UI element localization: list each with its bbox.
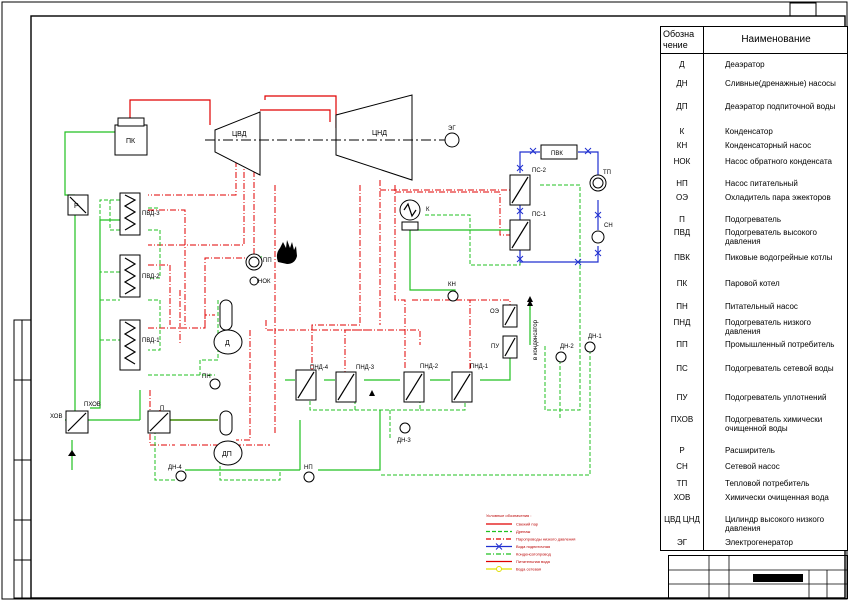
dn2-label: ДН-2 bbox=[560, 344, 574, 350]
legend-line-label: Вода подпиточная bbox=[516, 544, 550, 549]
r-label: Р bbox=[74, 203, 79, 210]
legend-row-name: Электрогенератор bbox=[725, 538, 794, 547]
legend-row-name: Конденсатор bbox=[725, 127, 773, 136]
legend-row-name: Питательный насос bbox=[725, 302, 798, 311]
legend-row-code: СН bbox=[676, 462, 688, 471]
legend-row-code: ТП bbox=[676, 479, 688, 488]
legend-row-code: ОЭ bbox=[676, 193, 688, 202]
legend-line-label: Дренаж bbox=[516, 529, 531, 534]
dn1-label: ДН-1 bbox=[588, 334, 602, 340]
legend-row-code: ПУ bbox=[676, 393, 688, 402]
cnd-label: ЦНД bbox=[372, 130, 387, 137]
legend-header-name: Наименование bbox=[703, 27, 848, 53]
legend-row-name: Химически очищенная вода bbox=[725, 493, 829, 502]
dp-label: ДП bbox=[222, 451, 232, 458]
line-legend: Условные обозначения : Свежий пар Дренаж П… bbox=[486, 513, 575, 572]
legend-row-name: Сетевой насос bbox=[725, 462, 780, 471]
legend-row-code: ДН bbox=[676, 79, 688, 88]
pnd4-label: ПНД-4 bbox=[310, 365, 329, 371]
p-label: П bbox=[160, 406, 164, 412]
pnd2-label: ПНД-2 bbox=[420, 364, 439, 370]
legend-line-label: Вода сетевая bbox=[516, 567, 541, 572]
legend-row-name: Промышленный потребитель bbox=[725, 340, 835, 349]
legend-row-code: ПС bbox=[676, 364, 688, 373]
legend-row-code: НОК bbox=[673, 157, 691, 166]
legend-header-code: Обозна чение bbox=[663, 29, 695, 50]
legend-row-code: ПХОВ bbox=[670, 415, 694, 424]
d-label: Д bbox=[225, 340, 230, 347]
pvd3-label: ПВД-3 bbox=[142, 211, 160, 217]
legend-row-name: Подогреватель низкого давления bbox=[725, 318, 811, 336]
pvk-label: ПВК bbox=[551, 151, 563, 157]
legend-row-code: ПП bbox=[676, 340, 688, 349]
np-label: НП bbox=[304, 465, 313, 471]
hand-icon bbox=[276, 240, 297, 264]
legend-row-name: Насос обратного конденсата bbox=[725, 157, 832, 166]
legend-row-code: ЭГ bbox=[676, 538, 688, 547]
to-condenser-label: в конденсатор bbox=[533, 319, 539, 360]
legend-row-code: ПН bbox=[676, 302, 688, 311]
legend-row-code: ПВК bbox=[674, 253, 690, 262]
legend-row-code: КН bbox=[676, 141, 688, 150]
legend-row-name: Деаэратор bbox=[725, 60, 765, 69]
legend-row-name: Пиковые водогрейные котлы bbox=[725, 253, 833, 262]
nok-label: НОК bbox=[258, 279, 271, 285]
legend-row-code: НП bbox=[676, 179, 688, 188]
legend-circle-marker bbox=[496, 566, 502, 572]
hov-label: ХОВ bbox=[50, 414, 62, 420]
legend-row-name: Подогреватель bbox=[725, 215, 781, 224]
legend-row-name: Паровой котел bbox=[725, 279, 780, 288]
pn-label: ПН bbox=[202, 374, 211, 380]
legend-row-name: Подогреватель сетевой воды bbox=[725, 364, 834, 373]
eg-label: ЭГ bbox=[448, 126, 456, 132]
pnd3-label: ПНД-3 bbox=[356, 365, 375, 371]
pnd1-label: ПНД-1 bbox=[470, 364, 489, 370]
dn3-label: ДН-3 bbox=[397, 438, 411, 444]
oe-label: ОЭ bbox=[490, 309, 500, 315]
pvd1-label: ПВД-1 bbox=[142, 338, 160, 344]
ps1-label: ПС-1 bbox=[532, 212, 547, 218]
legend-line-label: Свежий пар bbox=[516, 522, 539, 527]
sn-label: СН bbox=[604, 223, 613, 229]
legend-row-name: Подогреватель высокого давления bbox=[725, 228, 817, 246]
legend-row-code: ХОВ bbox=[673, 493, 691, 502]
legend-row-code: ПВД bbox=[673, 228, 691, 237]
dn4-label: ДН-4 bbox=[168, 465, 182, 471]
legend-row-name: Подогреватель уплотнений bbox=[725, 393, 827, 402]
ps2-label: ПС-2 bbox=[532, 168, 547, 174]
kn-label: КН bbox=[448, 282, 456, 288]
legend-row-code: ПК bbox=[676, 279, 688, 288]
legend-table: Обозна чение Наименование Д Деаэратор ДН Сл… bbox=[660, 26, 848, 551]
legend-row-name: Насос питательный bbox=[725, 179, 798, 188]
legend-line-label: Конденсатопровод bbox=[516, 552, 552, 557]
legend-row-code: Д bbox=[679, 60, 685, 69]
k-label: К bbox=[426, 207, 430, 213]
legend-row-code: Р bbox=[679, 446, 685, 455]
legend-row-name: Конденсаторный насос bbox=[725, 141, 812, 150]
title-block bbox=[668, 555, 848, 599]
tp-label: ТП bbox=[603, 170, 611, 176]
legend-row-name: Охладитель пара эжекторов bbox=[725, 193, 831, 202]
legend-row-code: ПНД bbox=[673, 318, 691, 327]
legend-row-code: ЦВД ЦНД bbox=[664, 515, 700, 524]
legend-row-name: Цилиндр высокого низкого давления bbox=[725, 515, 825, 533]
pvd2-label: ПВД-2 bbox=[142, 274, 160, 280]
legend-line-label: Питательная вода bbox=[516, 559, 551, 564]
cvd-label: ЦВД bbox=[232, 131, 247, 138]
legend-table-header: Обозна чение Наименование bbox=[661, 27, 847, 54]
legend-row-name: Деаэратор подпиточной воды bbox=[725, 102, 836, 111]
legend-row-code: К bbox=[679, 127, 685, 136]
pk-label: ПК bbox=[126, 138, 136, 145]
pp-label: ПП bbox=[263, 258, 272, 264]
legend-row-name: Сливные(дренажные) насосы bbox=[725, 79, 836, 88]
line-legend-title: Условные обозначения : bbox=[486, 513, 531, 518]
pu-label: ПУ bbox=[491, 344, 499, 350]
legend-row-name: Тепловой потребитель bbox=[725, 479, 810, 488]
legend-row-code: ДП bbox=[676, 102, 688, 111]
legend-row-name: Подогреватель химически очищенной воды bbox=[725, 415, 823, 433]
legend-row-name: Расширитель bbox=[725, 446, 775, 455]
legend-line-label: Паропроводы низкого давления bbox=[516, 537, 575, 542]
legend-row-code: П bbox=[679, 215, 685, 224]
phov-label: ПХОВ bbox=[84, 402, 101, 408]
